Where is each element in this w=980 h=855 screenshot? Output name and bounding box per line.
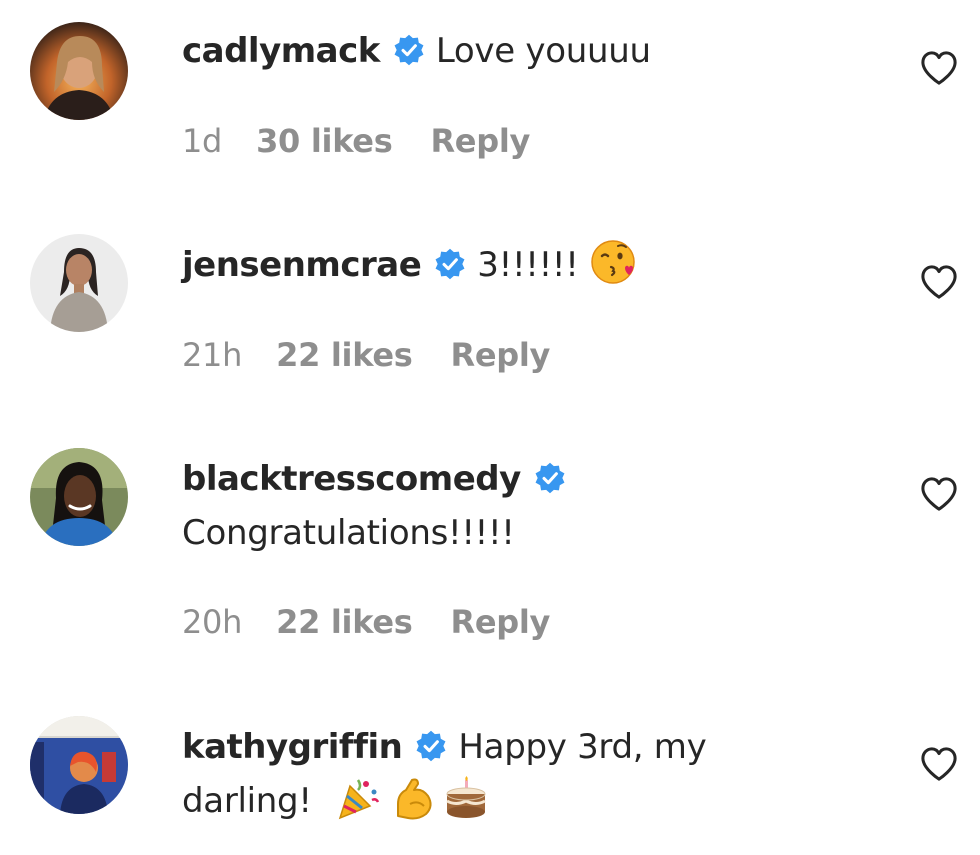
comment-username[interactable]: cadlymack: [182, 31, 380, 71]
avatar[interactable]: [30, 234, 128, 332]
flexed-biceps-emoji: [388, 774, 436, 822]
party-popper-emoji: [334, 774, 382, 822]
comment-text-line2: darling!: [182, 781, 312, 821]
comment-timestamp[interactable]: 1d: [182, 122, 222, 160]
verified-badge-icon: [433, 247, 467, 281]
reply-button[interactable]: Reply: [430, 122, 530, 160]
kissing-heart-emoji: [589, 238, 637, 286]
heart-outline-icon[interactable]: [920, 476, 958, 512]
heart-outline-icon[interactable]: [920, 746, 958, 782]
comment-likes-count[interactable]: 22 likes: [276, 603, 413, 641]
comment-username[interactable]: jensenmcrae: [182, 245, 422, 285]
comment-username[interactable]: blacktresscomedy: [182, 459, 521, 499]
comment-text: Happy 3rd, my: [458, 727, 707, 767]
avatar[interactable]: [30, 22, 128, 120]
heart-outline-icon[interactable]: [920, 50, 958, 86]
comment-timestamp[interactable]: 20h: [182, 603, 242, 641]
verified-badge-icon: [414, 729, 448, 763]
comment-text: Love youuuu: [435, 31, 651, 71]
comment-text: Congratulations!!!!!: [182, 513, 515, 553]
birthday-cake-emoji: [442, 774, 490, 822]
comment-likes-count[interactable]: 22 likes: [276, 336, 413, 374]
reply-button[interactable]: Reply: [451, 336, 551, 374]
reply-button[interactable]: Reply: [451, 603, 551, 641]
verified-badge-icon: [533, 461, 567, 495]
comment-timestamp[interactable]: 21h: [182, 336, 242, 374]
verified-badge-icon: [392, 33, 426, 67]
heart-outline-icon[interactable]: [920, 264, 958, 300]
avatar[interactable]: [30, 448, 128, 546]
avatar[interactable]: [30, 716, 128, 814]
comment-text: 3!!!!!!: [477, 245, 579, 285]
comment-likes-count[interactable]: 30 likes: [256, 122, 393, 160]
comment-username[interactable]: kathygriffin: [182, 727, 403, 767]
